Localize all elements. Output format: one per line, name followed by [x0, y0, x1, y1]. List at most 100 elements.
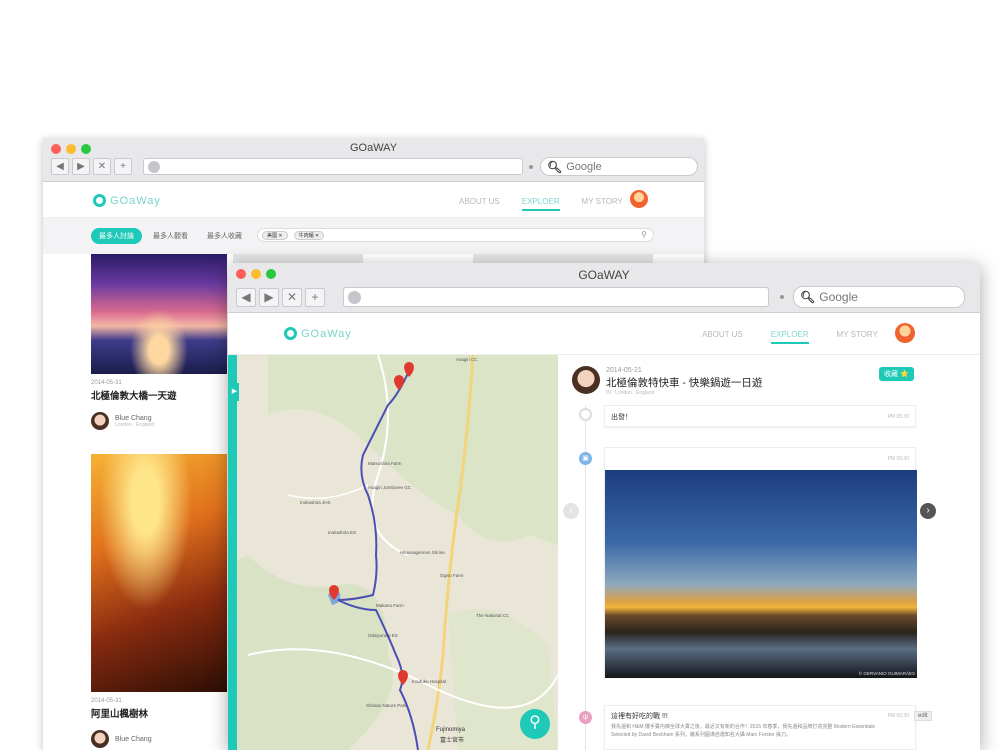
author-avatar[interactable]: [572, 366, 600, 394]
site-nav: ABOUT US EXPLOER MY STORY: [459, 197, 623, 211]
map-label: Makano Farm: [376, 603, 404, 608]
author-name: Blue Chang: [115, 414, 152, 422]
browser-window-front: GOaWAY ◀ ▶ ✕ + 🔍︎ Google GOaWay ABOUT US…: [228, 263, 980, 750]
site-nav: ABOUT US EXPLOER MY STORY: [702, 330, 878, 344]
timeline-post[interactable]: PM 05:30 © GERVANIO GUIMARÃES: [604, 447, 917, 678]
filter-bar: 最多人討論 最多人觀看 最多人收藏 美國 ✕ 牛肉麵 ✕ ⚲: [43, 218, 704, 254]
back-arrow-icon[interactable]: ◀: [51, 158, 69, 175]
filter-most-saved[interactable]: 最多人收藏: [207, 231, 242, 241]
map-label: Fujinomiya: [436, 727, 466, 733]
post-time: PM 05:30: [887, 713, 909, 719]
nav-about-us[interactable]: ABOUT US: [459, 197, 500, 211]
map-label: Ogiso Farm: [440, 573, 464, 578]
map-label: Asagiri CC: [456, 357, 478, 362]
prev-arrow-icon[interactable]: ‹: [563, 503, 579, 519]
browser-nav-buttons: ◀ ▶ ✕ +: [51, 158, 132, 175]
search-icon: 🔍︎: [547, 159, 563, 174]
story-card[interactable]: 2014-05-31 北極倫敦大橋一天遊 Blue Chang London ,…: [91, 254, 227, 430]
card-author[interactable]: Blue Chang: [91, 730, 227, 748]
site-header: GOaWay ABOUT US EXPLOER MY STORY: [43, 182, 704, 218]
tag-search-input[interactable]: 美國 ✕ 牛肉麵 ✕ ⚲: [257, 228, 654, 242]
author-name: Blue Chang: [115, 735, 152, 743]
plus-icon[interactable]: +: [305, 288, 325, 307]
post-photo[interactable]: © GERVANIO GUIMARÃES: [605, 470, 917, 678]
nav-my-story[interactable]: MY STORY: [582, 197, 623, 211]
user-avatar[interactable]: [895, 323, 915, 343]
map-label: The National CC: [476, 613, 510, 618]
user-avatar[interactable]: [630, 190, 648, 208]
address-bar[interactable]: [143, 158, 523, 175]
card-title[interactable]: 北極倫敦大橋一天遊: [91, 388, 227, 402]
site-logo[interactable]: GOaWay: [93, 194, 161, 207]
search-icon[interactable]: ⚲: [641, 230, 647, 239]
map-search-button[interactable]: ⚲: [520, 709, 550, 739]
map-side-edge: [228, 355, 237, 750]
timeline-post[interactable]: 這裡有好吃的戰 !!! PM 05:30 我先還和 H&M 攜手賣內褲全球大賣之…: [604, 705, 916, 750]
card-title[interactable]: 阿里山楓樹林: [91, 706, 227, 720]
logo-icon: [93, 194, 106, 207]
tag-chip[interactable]: 美國 ✕: [262, 230, 288, 240]
close-icon[interactable]: ✕: [282, 288, 302, 307]
browser-chrome: GOaWAY ◀ ▶ ✕ + 🔍︎ Google: [228, 263, 980, 313]
story-panel: 2014-05-21 北極倫敦特快車 - 快樂鍋遊一日遊 IN : London…: [558, 355, 980, 750]
nav-exploer[interactable]: EXPLOER: [521, 197, 560, 211]
bus-icon: ▣: [579, 452, 592, 465]
address-bar[interactable]: [343, 287, 769, 307]
tag-chip[interactable]: 牛肉麵 ✕: [293, 230, 325, 240]
map-label: Odaiyunsai ES: [368, 633, 398, 638]
search-icon: ⚲: [529, 714, 541, 731]
card-image[interactable]: [91, 254, 227, 374]
filter-most-discussed[interactable]: 最多人討論: [91, 228, 142, 244]
map-canvas[interactable]: [228, 355, 558, 750]
site-header: GOaWay ABOUT US EXPLOER MY STORY: [228, 313, 980, 355]
card-date: 2014-05-31: [91, 698, 122, 704]
favorite-button[interactable]: 收藏 ⭐: [879, 367, 914, 381]
google-search-field[interactable]: 🔍︎ Google: [793, 286, 965, 308]
separator-dot: [529, 165, 533, 169]
map-label: 富士宮市: [440, 738, 465, 744]
author-avatar: [91, 730, 109, 748]
plus-icon[interactable]: +: [114, 158, 132, 175]
post-text: 出發！: [611, 414, 632, 421]
map-label: Inokashira ES: [328, 530, 357, 535]
post-time: PM 05:30: [887, 414, 909, 420]
logo-text: GOaWay: [110, 194, 161, 207]
story-card[interactable]: 2014-05-31 阿里山楓樹林 Blue Chang: [91, 454, 227, 748]
story-title: 北極倫敦特快車 - 快樂鍋遊一日遊: [606, 377, 763, 389]
route-map[interactable]: ▶ Asagiri CC Matsushita Farm Inokashira …: [228, 355, 558, 750]
post-body: 我先還和 H&M 攜手賣內褲全球大賣之後，最近又有新的合作！2015 年春季，我…: [611, 724, 875, 738]
forward-arrow-icon[interactable]: ▶: [259, 288, 279, 307]
expand-map-arrow-icon[interactable]: ▶: [230, 383, 239, 401]
story-date: 2014-05-21: [606, 367, 642, 374]
map-label: Koufuku Hospital: [412, 679, 447, 684]
forward-arrow-icon[interactable]: ▶: [72, 158, 90, 175]
nav-my-story[interactable]: MY STORY: [837, 330, 878, 344]
map-label: Shiraito Nature Park: [366, 703, 407, 708]
fork-knife-icon: ψ: [579, 711, 592, 724]
globe-icon: [348, 291, 361, 304]
site-logo[interactable]: GOaWay: [284, 327, 352, 340]
search-placeholder: Google: [819, 290, 858, 304]
nav-exploer[interactable]: EXPLOER: [770, 330, 809, 344]
card-image[interactable]: [91, 454, 227, 692]
timeline-post[interactable]: 出發！ PM 05:30: [604, 405, 916, 427]
story-location: IN : London , England: [606, 390, 655, 396]
edit-button[interactable]: edit: [914, 711, 932, 721]
post-time: PM 05:30: [887, 456, 909, 462]
logo-icon: [284, 327, 297, 340]
map-label: Hitoanagennon Shrine: [400, 550, 445, 555]
map-label: Asagiri Jamboree GC: [368, 485, 412, 490]
next-arrow-icon[interactable]: ›: [920, 503, 936, 519]
card-author[interactable]: Blue Chang London , England: [91, 412, 227, 430]
timeline-node: [579, 408, 592, 421]
nav-about-us[interactable]: ABOUT US: [702, 330, 743, 344]
photo-credit: © GERVANIO GUIMARÃES: [858, 671, 915, 676]
close-icon[interactable]: ✕: [93, 158, 111, 175]
google-search-field[interactable]: 🔍︎ Google: [540, 157, 698, 176]
window-title: GOaWAY: [578, 268, 630, 282]
author-avatar: [91, 412, 109, 430]
window-title: GOaWAY: [349, 142, 398, 154]
map-label: Inokashira JHS: [300, 500, 331, 505]
back-arrow-icon[interactable]: ◀: [236, 288, 256, 307]
filter-most-viewed[interactable]: 最多人觀看: [153, 231, 188, 241]
